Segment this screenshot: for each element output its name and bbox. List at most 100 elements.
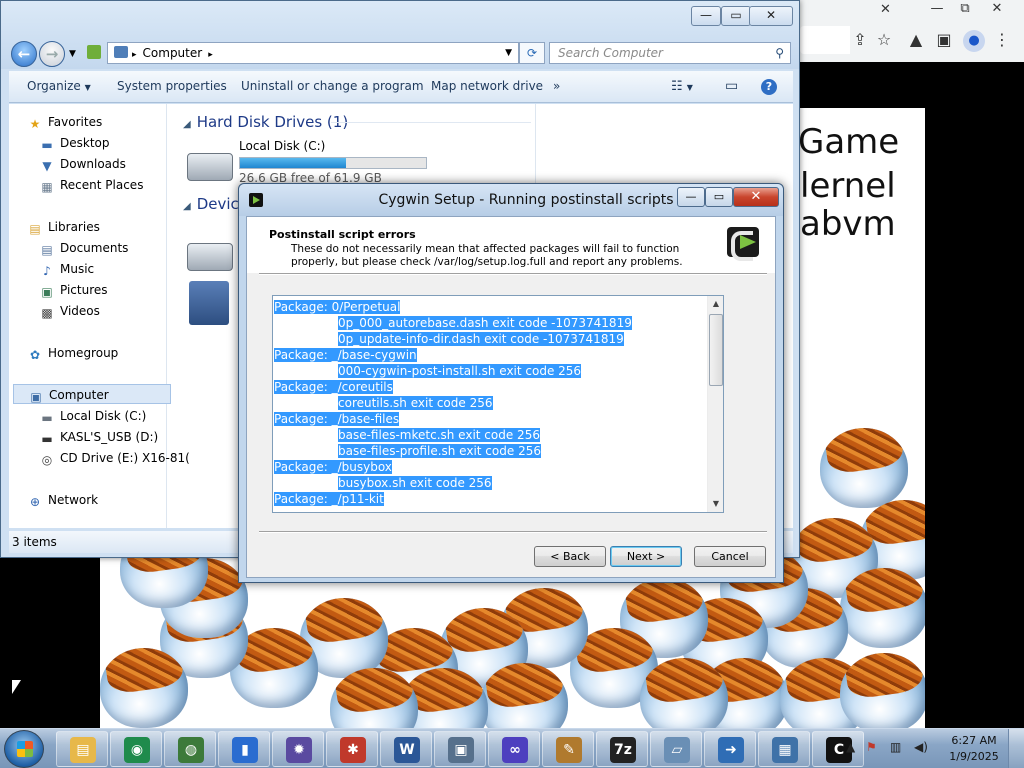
dialog-title-bar: Cygwin Setup - Running postinstall scrip… (239, 184, 783, 216)
nav-downloads[interactable]: ▼ Downloads (39, 154, 197, 174)
navigation-pane: ★ Favorites ▬ Desktop ▼ Downloads ▦ Recent P… (9, 104, 190, 528)
scroll-down-arrow-icon[interactable]: ▼ (708, 496, 723, 512)
search-icon[interactable]: ⚲ (775, 43, 784, 63)
bookmark-star-icon[interactable]: ☆ (874, 30, 894, 50)
explorer-minimize-button[interactable]: — (691, 6, 721, 26)
food-bowl-image (640, 658, 728, 728)
nav-documents[interactable]: ▤ Documents (39, 238, 197, 258)
uninstall-program-button[interactable]: Uninstall or change a program (241, 71, 424, 103)
taskbar-app-shield-pc-button[interactable]: ▣ (434, 731, 486, 767)
cancel-button[interactable]: Cancel (694, 546, 766, 567)
back-button[interactable]: < Back (534, 546, 606, 567)
extension-icon[interactable]: ▲ (906, 30, 926, 50)
breadcrumb-computer[interactable]: Computer (143, 46, 203, 60)
browser-address-bar[interactable] (800, 26, 850, 54)
more-commands-button[interactable]: » (553, 71, 560, 103)
taskbar-app-blue-bottle-button[interactable]: ▮ (218, 731, 270, 767)
taskbar-7zip-button[interactable]: 7z (596, 731, 648, 767)
explorer-maximize-button[interactable]: ▭ (721, 6, 751, 26)
taskbar-app-green-circle-button[interactable]: ◉ (110, 731, 162, 767)
nav-desktop[interactable]: ▬ Desktop (39, 133, 197, 153)
taskbar-microsoft-word-button[interactable]: W (380, 731, 432, 767)
nav-usb-drive-d[interactable]: ▬ KASL'S_USB (D:) (39, 427, 197, 447)
drive-c-label[interactable]: Local Disk (C:) (239, 139, 325, 153)
taskbar-app-paint-button[interactable]: ✎ (542, 731, 594, 767)
dropdown-arrow-icon: ▼ (84, 83, 91, 92)
nav-homegroup[interactable]: ✿ Homegroup (27, 343, 185, 363)
back-arrow-icon[interactable]: ← (11, 41, 37, 67)
start-button[interactable] (4, 730, 44, 768)
nav-network[interactable]: ⊕ Network (27, 490, 185, 510)
food-bowl-image (840, 568, 925, 648)
taskbar-app-remote-button[interactable]: ▦ (758, 731, 810, 767)
browser-minimize-button[interactable]: — (924, 0, 950, 20)
hard-drive-icon: ▬ (41, 411, 53, 425)
browser-close-button[interactable]: ✕ (984, 0, 1010, 20)
address-dropdown-icon[interactable]: ▼ (505, 43, 512, 63)
taskbar-app-red-figure-button[interactable]: ✱ (326, 731, 378, 767)
nav-libraries[interactable]: ▤ Libraries (27, 217, 185, 237)
taskbar-windows-explorer-button[interactable]: ▤ (56, 731, 108, 767)
help-icon[interactable]: ? (761, 79, 777, 95)
scrollbar-thumb[interactable] (709, 314, 723, 386)
pictures-icon: ▣ (41, 285, 53, 299)
search-input[interactable]: Search Computer ⚲ (549, 42, 791, 64)
organize-button[interactable]: Organize ▼ (27, 71, 91, 103)
refresh-icon[interactable]: ⟳ (519, 42, 545, 64)
recent-pages-chevron-icon[interactable]: ▼ (69, 49, 76, 59)
nav-cd-drive-e[interactable]: ◎ CD Drive (E:) X16-81( (39, 448, 197, 468)
app-globe-icon: ◍ (178, 737, 204, 763)
nav-computer[interactable]: ▣ Computer (13, 384, 171, 404)
log-script-line: 0p_000_autorebase.dash exit code -107374… (338, 316, 632, 330)
taskbar-app-arrow-button[interactable]: ➜ (704, 731, 756, 767)
next-button[interactable]: Next > (610, 546, 682, 567)
show-hidden-icons-icon[interactable]: ▲ (846, 740, 855, 754)
footer-separator (259, 531, 767, 533)
dialog-maximize-button[interactable]: ▭ (705, 187, 733, 207)
error-log-textbox[interactable]: Package: 0/Perpetual 0p_000_autorebase.da… (272, 295, 724, 513)
nav-pictures[interactable]: ▣ Pictures (39, 280, 197, 300)
dialog-close-button[interactable]: ✕ (733, 187, 779, 207)
address-bar[interactable]: ▸ Computer ▸ ▼ (107, 42, 519, 64)
system-clock[interactable]: 6:27 AM 1/9/2025 (946, 733, 1002, 765)
log-vertical-scrollbar[interactable]: ▲ ▼ (707, 296, 723, 512)
group-hard-disk-drives[interactable]: ◢ Hard Disk Drives (1) (183, 113, 348, 131)
forward-arrow-icon[interactable]: → (39, 41, 65, 67)
nav-favorites[interactable]: ★ Favorites (27, 112, 185, 132)
volume-icon[interactable]: ◀) (914, 740, 928, 754)
view-options-icon[interactable]: ☷ ▼ (671, 71, 693, 103)
breadcrumb-chevron-icon[interactable]: ▸ (132, 50, 137, 60)
taskbar-cygwin-setup-button[interactable]: C (812, 731, 864, 767)
dialog-minimize-button[interactable]: — (677, 187, 705, 207)
network-tray-icon[interactable]: ▥ (890, 740, 901, 754)
profile-avatar-icon[interactable]: ● (963, 30, 985, 52)
hard-drive-icon[interactable] (187, 153, 233, 181)
nav-music[interactable]: ♪ Music (39, 259, 197, 279)
browser-restore-button[interactable]: ⧉ (952, 0, 978, 20)
side-panel-icon[interactable]: ▣ (934, 30, 954, 50)
action-center-icon[interactable]: ⚑ (866, 740, 877, 754)
microsoft-word-icon: W (394, 737, 420, 763)
cd-drive-icon[interactable] (189, 281, 229, 325)
explorer-close-button[interactable]: ✕ (749, 6, 793, 26)
share-icon[interactable]: ⇪ (850, 30, 870, 50)
nav-videos[interactable]: ▩ Videos (39, 301, 197, 321)
nav-local-disk-c[interactable]: ▬ Local Disk (C:) (39, 406, 197, 426)
nav-recent-places[interactable]: ▦ Recent Places (39, 175, 197, 195)
taskbar-app-notepad-button[interactable]: ▱ (650, 731, 702, 767)
map-network-drive-button[interactable]: Map network drive (431, 71, 543, 103)
breadcrumb-chevron-icon[interactable]: ▸ (208, 50, 213, 60)
show-desktop-button[interactable] (1008, 729, 1024, 768)
system-properties-button[interactable]: System properties (117, 71, 227, 103)
browser-menu-icon[interactable]: ⋮ (992, 30, 1012, 50)
scroll-up-arrow-icon[interactable]: ▲ (708, 296, 723, 312)
item-count: 3 items (12, 535, 57, 549)
header-subtitle-line-1: These do not necessarily mean that affec… (291, 243, 680, 255)
taskbar-app-infinity-button[interactable]: ∞ (488, 731, 540, 767)
header-title: Postinstall script errors (269, 228, 416, 241)
preview-pane-icon[interactable]: ▭ (725, 71, 738, 103)
browser-tab-close-icon[interactable]: ✕ (880, 2, 891, 17)
taskbar-app-globe-button[interactable]: ◍ (164, 731, 216, 767)
usb-drive-icon[interactable] (187, 243, 233, 271)
taskbar-app-purple-star-button[interactable]: ✹ (272, 731, 324, 767)
